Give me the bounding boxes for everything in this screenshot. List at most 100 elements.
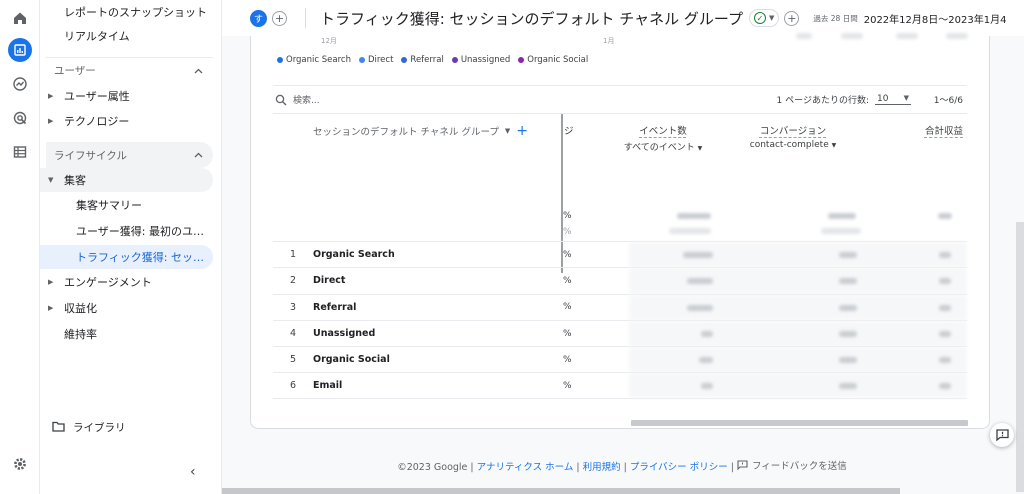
feedback-button[interactable] <box>990 423 1014 447</box>
avatar[interactable]: す <box>250 9 267 27</box>
search-input[interactable]: 検索... <box>293 93 320 106</box>
collapse-nav-button[interactable]: ‹ <box>190 464 196 480</box>
row-channel: Unassigned <box>313 328 376 340</box>
cell-redacted <box>687 304 713 311</box>
nav-item-acq-overview[interactable]: 集客サマリー <box>40 193 213 217</box>
chevron-up-icon <box>194 149 203 161</box>
caret-right-icon: ▶ <box>48 278 54 286</box>
nav-item-retention[interactable]: 維持率 <box>40 322 213 346</box>
table-header: セッションのデフォルト チャネル グループ ▼ + ジ率 イベント数 すべてのイ… <box>273 113 967 273</box>
nav-item-snapshot[interactable]: レポートのスナップショット <box>40 0 213 24</box>
explore-icon[interactable] <box>8 72 32 96</box>
table-row[interactable]: 1 Organic Search % <box>273 241 967 268</box>
nav-section-user[interactable]: ユーザー <box>46 57 213 83</box>
rows-per-page-value: 10 <box>877 94 889 104</box>
table-row[interactable]: 3 Referral % <box>273 293 967 320</box>
legend-label: Organic Social <box>527 55 589 65</box>
table-row[interactable]: 4 Unassigned % <box>273 319 967 347</box>
table-row[interactable]: 5 Organic Social % <box>273 346 967 373</box>
cell-redacted <box>839 304 857 311</box>
folder-icon <box>52 421 65 435</box>
divider <box>305 8 306 28</box>
row-index: 6 <box>289 380 297 392</box>
column-header-events[interactable]: イベント数 すべてのイベント ▼ <box>603 123 723 153</box>
rows-per-page: 1 ページあたりの行数: 10 ▼ <box>777 93 911 106</box>
table-body: 1 Organic Search % 2 Direct % 3 Referral <box>273 241 967 399</box>
advertising-icon[interactable] <box>8 106 32 130</box>
nav-item-technology[interactable]: ▶ テクノロジー <box>40 109 213 133</box>
caret-down-icon: ▼ <box>504 127 511 135</box>
row-redacted-area <box>629 242 967 268</box>
report-status-button[interactable]: ✓ ▼ <box>749 9 780 27</box>
page-vertical-scrollbar[interactable] <box>1016 222 1024 492</box>
nav-item-user-acquisition[interactable]: ユーザー獲得: 最初のユーザ... <box>40 219 213 243</box>
dimension-column-header[interactable]: セッションのデフォルト チャネル グループ ▼ + <box>313 123 528 139</box>
nav-section-lifecycle[interactable]: ライフサイクル <box>46 142 213 168</box>
caret-down-icon: ▼ <box>903 94 909 102</box>
terms-link[interactable]: 利用規約 <box>583 462 621 473</box>
row-pct: % <box>563 302 572 313</box>
row-pct: % <box>563 249 572 260</box>
row-redacted-area <box>629 320 967 347</box>
caret-down-icon: ▼ <box>697 145 703 152</box>
row-redacted-area <box>629 347 967 373</box>
nav-item-monetization[interactable]: ▶ 収益化 <box>40 296 213 320</box>
column-header-conversions[interactable]: コンバージョン contact-complete ▼ <box>728 123 858 150</box>
row-redacted-area <box>629 294 967 320</box>
home-icon[interactable] <box>8 6 32 30</box>
add-comparison-button[interactable]: + <box>272 10 287 26</box>
pagination-label: 1〜6/6 <box>933 96 963 106</box>
nav-label: エンゲージメント <box>64 276 152 289</box>
column-filter[interactable]: すべてのイベント ▼ <box>603 140 723 153</box>
page-horizontal-scrollbar[interactable] <box>222 488 900 494</box>
total-redacted <box>821 228 861 234</box>
column-header-partial[interactable]: ジ率 <box>564 123 574 137</box>
chevron-up-icon <box>194 65 203 77</box>
column-filter[interactable]: contact-complete ▼ <box>728 140 858 150</box>
nav-item-demographics[interactable]: ▶ ユーザー属性 <box>40 84 213 108</box>
add-report-button[interactable]: + <box>784 10 800 26</box>
table-horizontal-scrollbar[interactable] <box>631 420 968 426</box>
axis-tick-redacted <box>946 33 968 39</box>
column-header-revenue[interactable]: 合計収益 <box>903 123 963 137</box>
feedback-icon <box>737 460 748 470</box>
add-dimension-button[interactable]: + <box>516 123 528 139</box>
section-label: ユーザー <box>54 65 96 77</box>
legend-item[interactable]: Direct <box>358 55 393 65</box>
nav-label: トラフィック獲得: セッショ... <box>76 251 213 264</box>
page-footer: ©2023 Google | アナリティクス ホーム | 利用規約 | プライバ… <box>222 458 1022 473</box>
legend-item[interactable]: Organic Social <box>518 55 588 65</box>
legend-item[interactable]: Organic Search <box>277 55 351 65</box>
nav-item-realtime[interactable]: リアルタイム <box>40 24 213 48</box>
row-pct: % <box>563 354 572 365</box>
report-card: 12月 1月 Organic Search Direct Referral Un… <box>250 33 990 429</box>
reports-icon[interactable] <box>8 38 32 62</box>
nav-item-engagement[interactable]: ▶ エンゲージメント <box>40 270 213 294</box>
cell-redacted <box>839 252 857 258</box>
table-row[interactable]: 2 Direct % <box>273 267 967 294</box>
legend-item[interactable]: Unassigned <box>451 55 510 65</box>
configure-icon[interactable] <box>8 140 32 164</box>
column-title: コンバージョン <box>759 126 827 137</box>
total-redacted <box>938 213 952 219</box>
legend-item[interactable]: Referral <box>401 55 444 65</box>
gear-icon[interactable] <box>12 456 28 475</box>
total-redacted <box>828 213 856 219</box>
row-channel: Organic Search <box>313 249 395 261</box>
column-filter-label: すべてのイベント <box>623 143 695 153</box>
nav-item-library[interactable]: ライブラリ <box>52 420 126 435</box>
send-feedback-link[interactable]: フィードバックを送信 <box>737 458 847 472</box>
nav-group-acquisition[interactable]: ▼ 集客 <box>40 168 213 192</box>
privacy-link[interactable]: プライバシー ポリシー <box>630 462 728 473</box>
row-channel: Organic Social <box>313 354 390 366</box>
cell-redacted <box>839 330 857 337</box>
cell-redacted <box>839 357 857 364</box>
analytics-home-link[interactable]: アナリティクス ホーム <box>477 462 574 473</box>
nav-item-traffic-acquisition[interactable]: トラフィック獲得: セッショ... <box>40 245 213 269</box>
legend-label: Organic Search <box>286 55 351 65</box>
total-pct: % <box>563 211 572 221</box>
rows-per-page-select[interactable]: 10 ▼ <box>875 94 911 105</box>
table-search-bar: 検索... 1 ページあたりの行数: 10 ▼ 1〜6/6 <box>273 85 967 113</box>
date-range-picker[interactable]: 2022年12月8日〜2023年1月4 <box>864 11 1007 26</box>
table-row[interactable]: 6 Email % <box>273 372 967 399</box>
